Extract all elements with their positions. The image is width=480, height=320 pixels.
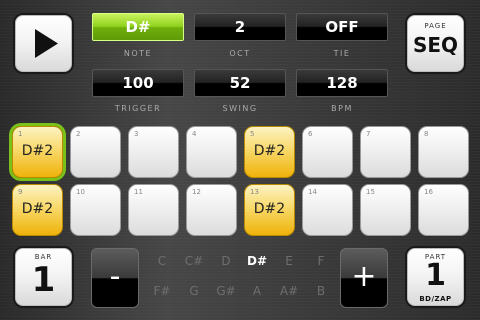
step-pad-11[interactable]: 11	[128, 184, 179, 236]
tie-display[interactable]: OFF	[296, 13, 388, 41]
oct-display[interactable]: 2	[194, 13, 286, 41]
note-option-f[interactable]: F	[307, 254, 335, 268]
step-note: D#2	[253, 201, 286, 217]
note-option-c-sharp[interactable]: C#	[180, 254, 208, 268]
note-label: NOTE	[123, 49, 153, 58]
plus-button[interactable]: +	[340, 248, 388, 308]
step-number: 16	[424, 188, 433, 196]
step-pad-7[interactable]: 7	[360, 126, 411, 178]
step-number: 15	[366, 188, 375, 196]
page-button[interactable]: PAGE SEQ	[405, 13, 466, 74]
step-pad-15[interactable]: 15	[360, 184, 411, 236]
part-button[interactable]: PART 1 BD/ZAP	[405, 246, 466, 308]
step-number: 11	[134, 188, 143, 196]
part-sub-label: BD/ZAP	[419, 295, 452, 303]
step-number: 10	[76, 188, 85, 196]
step-pad-3[interactable]: 3	[128, 126, 179, 178]
step-number: 2	[76, 130, 81, 138]
step-pad-10[interactable]: 10	[70, 184, 121, 236]
step-number: 5	[250, 130, 255, 138]
step-pad-1[interactable]: 1 D#2	[12, 126, 63, 178]
note-option-d-sharp[interactable]: D#	[243, 254, 271, 268]
step-number: 14	[308, 188, 317, 196]
oct-label: OCT	[229, 49, 251, 58]
step-pad-16[interactable]: 16	[418, 184, 469, 236]
note-option-g[interactable]: G	[180, 284, 208, 298]
step-pad-9[interactable]: 9 D#2	[12, 184, 63, 236]
note-option-a-sharp[interactable]: A#	[275, 284, 303, 298]
step-number: 13	[250, 188, 259, 196]
step-pad-8[interactable]: 8	[418, 126, 469, 178]
bpm-label: BPM	[331, 104, 353, 113]
trigger-label: TRIGGER	[114, 104, 162, 113]
swing-display[interactable]: 52	[194, 69, 286, 97]
step-pad-5[interactable]: 5 D#2	[244, 126, 295, 178]
step-number: 9	[18, 188, 23, 196]
step-note: D#2	[253, 143, 286, 159]
step-number: 7	[366, 130, 371, 138]
bar-button[interactable]: BAR 1	[13, 246, 74, 308]
step-note: D#2	[21, 201, 54, 217]
step-number: 1	[18, 130, 23, 138]
note-option-c[interactable]: C	[148, 254, 176, 268]
note-option-f-sharp[interactable]: F#	[148, 284, 176, 298]
swing-label: SWING	[222, 104, 258, 113]
page-caption: PAGE	[424, 22, 447, 30]
part-value: 1	[425, 258, 446, 293]
bpm-display[interactable]: 128	[296, 69, 388, 97]
step-pad-4[interactable]: 4	[186, 126, 237, 178]
note-option-e[interactable]: E	[275, 254, 303, 268]
trigger-display[interactable]: 100	[92, 69, 184, 97]
step-pad-14[interactable]: 14	[302, 184, 353, 236]
play-icon	[35, 29, 58, 58]
step-number: 12	[192, 188, 201, 196]
step-number: 3	[134, 130, 139, 138]
step-number: 8	[424, 130, 429, 138]
bar-value: 1	[31, 260, 56, 300]
tie-label: TIE	[333, 49, 351, 58]
minus-button[interactable]: -	[91, 248, 139, 308]
note-option-d[interactable]: D	[212, 254, 240, 268]
step-pad-2[interactable]: 2	[70, 126, 121, 178]
step-number: 6	[308, 130, 313, 138]
step-pad-12[interactable]: 12	[186, 184, 237, 236]
note-option-b[interactable]: B	[307, 284, 335, 298]
note-display[interactable]: D#	[92, 13, 184, 41]
play-button[interactable]	[13, 13, 74, 74]
step-pad-6[interactable]: 6	[302, 126, 353, 178]
step-number: 4	[192, 130, 197, 138]
page-value: SEQ	[412, 33, 459, 57]
step-note: D#2	[21, 143, 54, 159]
note-option-g-sharp[interactable]: G#	[212, 284, 240, 298]
step-pad-13[interactable]: 13 D#2	[244, 184, 295, 236]
note-option-a[interactable]: A	[243, 284, 271, 298]
